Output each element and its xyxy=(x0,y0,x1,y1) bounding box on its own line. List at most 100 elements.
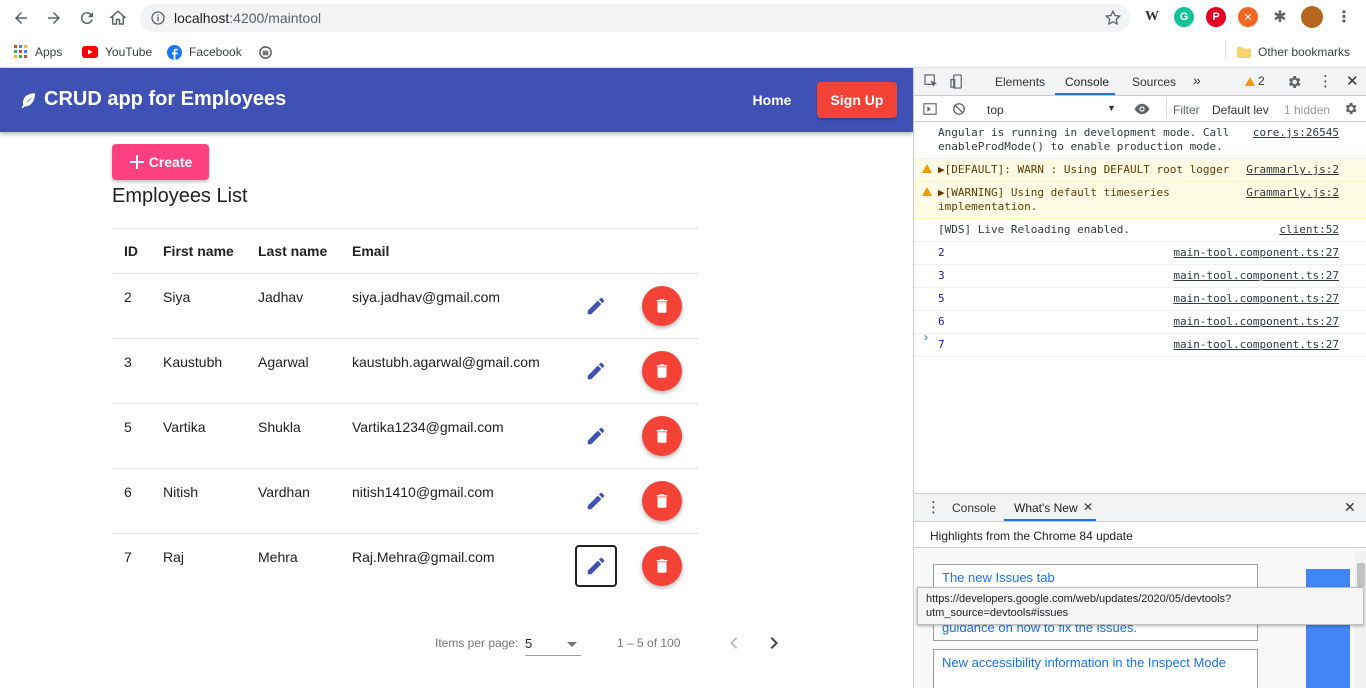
delete-button[interactable] xyxy=(642,286,682,326)
card-link[interactable]: New accessibility information in the Ins… xyxy=(942,655,1226,670)
reload-button[interactable] xyxy=(75,6,99,30)
reload-icon xyxy=(80,12,93,25)
pinterest-icon[interactable]: P xyxy=(1206,7,1226,27)
log-levels-select[interactable]: Default lev xyxy=(1212,103,1269,117)
inspect-element-icon[interactable] xyxy=(924,74,939,89)
profile-avatar[interactable] xyxy=(1301,6,1323,28)
edit-button[interactable] xyxy=(575,285,617,327)
extension-orange-icon[interactable]: ✕ xyxy=(1238,7,1258,27)
table-row: 3 Kaustubh Agarwal kaustubh.agarwal@gmai… xyxy=(112,339,698,404)
bookmark-other[interactable]: Other bookmarks xyxy=(1237,42,1350,62)
context-select[interactable]: top ▼ xyxy=(978,98,1118,118)
info-icon xyxy=(151,11,165,25)
nav-home-link[interactable]: Home xyxy=(740,88,804,112)
chevron-left-icon xyxy=(730,637,738,649)
edit-button[interactable] xyxy=(575,480,617,522)
warnings-badge[interactable]: 2 xyxy=(1245,74,1265,88)
console-text: ▶[DEFAULT]: WARN : Using DEFAULT root lo… xyxy=(938,163,1230,176)
sign-up-button[interactable]: Sign Up xyxy=(817,82,897,118)
devtools-tabbar: Elements Console Sources » 2 ⋮ ✕ xyxy=(914,68,1366,96)
grammarly-icon[interactable]: G xyxy=(1174,7,1194,27)
console-source-link[interactable]: core.js:26545 xyxy=(1253,126,1339,140)
bookmark-facebook[interactable]: Facebook xyxy=(167,42,242,62)
whats-new-card[interactable]: New accessibility information in the Ins… xyxy=(933,649,1258,688)
console-source-link[interactable]: main-tool.component.ts:27 xyxy=(1173,246,1339,260)
console-warning[interactable]: ▶[WARNING] Using default timeseries impl… xyxy=(914,182,1366,219)
drawer-tab-whats-new[interactable]: What's New xyxy=(1014,501,1078,515)
console-message: [WDS] Live Reloading enabled. client:52 xyxy=(914,219,1366,242)
console-source-link[interactable]: main-tool.component.ts:27 xyxy=(1173,292,1339,306)
edit-button[interactable] xyxy=(575,545,617,587)
table-row: 5 Vartika Shukla Vartika1234@gmail.com xyxy=(112,404,698,469)
previous-page-button[interactable] xyxy=(722,631,746,655)
back-button[interactable] xyxy=(9,6,33,30)
page-title: Employees List xyxy=(112,185,248,207)
whats-new-heading: Highlights from the Chrome 84 update xyxy=(914,522,1366,548)
console-prompt-icon[interactable]: › xyxy=(924,330,928,344)
filter-input[interactable]: Filter xyxy=(1166,98,1202,118)
cell-id: 5 xyxy=(124,419,132,435)
warning-icon xyxy=(1245,76,1255,86)
device-toolbar-icon[interactable] xyxy=(950,74,965,89)
console-source-link[interactable]: main-tool.component.ts:27 xyxy=(1173,338,1339,352)
page-size-select[interactable]: 5 xyxy=(525,634,581,656)
drawer-menu-icon[interactable]: ⋮ xyxy=(926,498,941,516)
drawer-close-icon[interactable]: ✕ xyxy=(1344,499,1356,516)
edit-button[interactable] xyxy=(575,415,617,457)
home-button[interactable] xyxy=(106,6,130,30)
console-settings-icon[interactable] xyxy=(1343,101,1358,116)
page-size-value: 5 xyxy=(525,636,533,651)
scrollbar-thumb[interactable] xyxy=(1357,563,1365,587)
items-per-page-label: Items per page: xyxy=(435,636,519,650)
warning-icon xyxy=(922,187,932,196)
cell-email: nitish1410@gmail.com xyxy=(352,484,494,500)
address-bar[interactable]: localhost:4200/maintool xyxy=(140,4,1130,32)
bookmark-star-icon[interactable] xyxy=(1104,9,1122,27)
console-source-link[interactable]: main-tool.component.ts:27 xyxy=(1173,269,1339,283)
tab-console[interactable]: Console xyxy=(1065,75,1109,89)
delete-button[interactable] xyxy=(642,546,682,586)
column-header-last-name: Last name xyxy=(258,243,328,259)
extensions-puzzle-icon[interactable]: ✱ xyxy=(1270,7,1290,27)
trash-icon xyxy=(656,364,668,378)
more-tabs-icon[interactable]: » xyxy=(1193,72,1201,88)
edit-button[interactable] xyxy=(575,350,617,392)
tab-sources[interactable]: Sources xyxy=(1132,75,1176,89)
devtools-menu-icon[interactable]: ⋮ xyxy=(1318,72,1333,90)
card-link[interactable]: The new Issues tab xyxy=(942,570,1055,585)
pencil-icon xyxy=(587,362,605,380)
link-tooltip: https://developers.google.com/web/update… xyxy=(917,587,1364,625)
console-source-link[interactable]: main-tool.component.ts:27 xyxy=(1173,315,1339,329)
create-button[interactable]: Create xyxy=(112,144,209,180)
settings-gear-icon[interactable] xyxy=(1286,74,1302,90)
console-message: 2 main-tool.component.ts:27 xyxy=(914,242,1366,265)
chrome-menu-icon[interactable]: ⋮ xyxy=(1334,7,1354,27)
console-warning[interactable]: ▶[DEFAULT]: WARN : Using DEFAULT root lo… xyxy=(914,159,1366,182)
devtools-close-icon[interactable]: ✕ xyxy=(1346,72,1359,90)
bookmark-apps[interactable]: Apps xyxy=(14,42,62,62)
delete-button[interactable] xyxy=(642,351,682,391)
next-page-button[interactable] xyxy=(762,631,786,655)
console-source-link[interactable]: client:52 xyxy=(1279,223,1339,237)
table-row: 6 Nitish Vardhan nitish1410@gmail.com xyxy=(112,469,698,534)
extension-w-icon[interactable]: W xyxy=(1142,7,1162,27)
whats-new-card[interactable]: The new Issues tab xyxy=(933,564,1258,588)
sidebar-toggle-icon[interactable] xyxy=(923,102,937,116)
cell-email: siya.jadhav@gmail.com xyxy=(352,289,501,305)
table-row: 7 Raj Mehra Raj.Mehra@gmail.com xyxy=(112,534,698,599)
delete-button[interactable] xyxy=(642,416,682,456)
bookmark-site[interactable] xyxy=(258,42,273,62)
console-number: 7 xyxy=(938,338,945,351)
bookmark-youtube[interactable]: YouTube xyxy=(82,42,152,62)
tab-elements[interactable]: Elements xyxy=(995,75,1045,89)
console-source-link[interactable]: Grammarly.js:2 xyxy=(1246,186,1339,200)
eye-icon[interactable] xyxy=(1133,102,1151,116)
clear-console-icon[interactable] xyxy=(952,102,966,116)
arrow-left-icon xyxy=(15,12,27,24)
close-tab-icon[interactable]: ✕ xyxy=(1083,500,1093,514)
forward-button[interactable] xyxy=(42,6,66,30)
console-number: 3 xyxy=(938,269,945,282)
delete-button[interactable] xyxy=(642,481,682,521)
drawer-tab-console[interactable]: Console xyxy=(952,501,996,515)
console-source-link[interactable]: Grammarly.js:2 xyxy=(1246,163,1339,177)
